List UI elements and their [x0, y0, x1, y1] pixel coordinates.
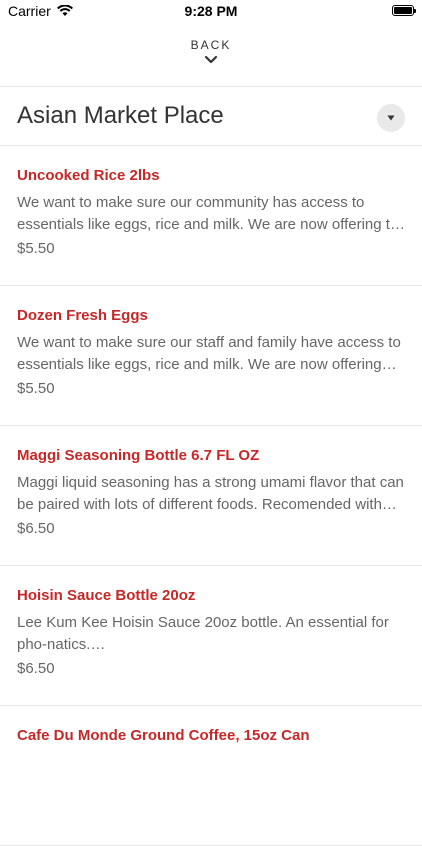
status-bar: Carrier 9:28 PM	[0, 0, 422, 24]
back-button[interactable]: BACK	[0, 38, 422, 78]
item-price: $5.50	[17, 380, 55, 397]
item-description: We want to make sure our community has a…	[17, 194, 405, 233]
menu-item[interactable]: Hoisin Sauce Bottle 20oz Lee Kum Kee Hoi…	[0, 566, 422, 706]
menu-item[interactable]: Uncooked Rice 2lbs We want to make sure …	[0, 146, 422, 286]
back-label: BACK	[190, 38, 232, 52]
chevron-down-icon	[204, 55, 218, 64]
status-time: 9:28 PM	[184, 3, 238, 19]
menu-item[interactable]: Maggi Seasoning Bottle 6.7 FL OZ Maggi l…	[0, 426, 422, 566]
caret-down-icon	[387, 115, 395, 121]
item-description: We want to make sure our staff and famil…	[17, 334, 401, 373]
header-divider	[0, 86, 422, 87]
item-description: Lee Kum Kee Hoisin Sauce 20oz bottle. An…	[17, 614, 389, 653]
item-name: Uncooked Rice 2lbs	[17, 167, 160, 184]
battery-icon	[392, 5, 416, 16]
item-name: Maggi Seasoning Bottle 6.7 FL OZ	[17, 447, 260, 464]
battery-level	[394, 7, 412, 14]
item-name: Hoisin Sauce Bottle 20oz	[17, 587, 196, 604]
menu-item[interactable]: Dozen Fresh Eggs We want to make sure ou…	[0, 286, 422, 426]
item-price: $5.50	[17, 240, 55, 257]
item-price: $6.50	[17, 660, 55, 677]
item-description: Maggi liquid seasoning has a strong umam…	[17, 474, 404, 513]
menu-item[interactable]: Cafe Du Monde Ground Coffee, 15oz Can	[0, 706, 422, 846]
item-name: Dozen Fresh Eggs	[17, 307, 148, 324]
store-dropdown-button[interactable]	[377, 104, 405, 132]
item-price: $6.50	[17, 520, 55, 537]
item-name: Cafe Du Monde Ground Coffee, 15oz Can	[17, 727, 310, 744]
menu-item-list: Uncooked Rice 2lbs We want to make sure …	[0, 146, 422, 846]
store-title: Asian Market Place	[17, 102, 224, 129]
